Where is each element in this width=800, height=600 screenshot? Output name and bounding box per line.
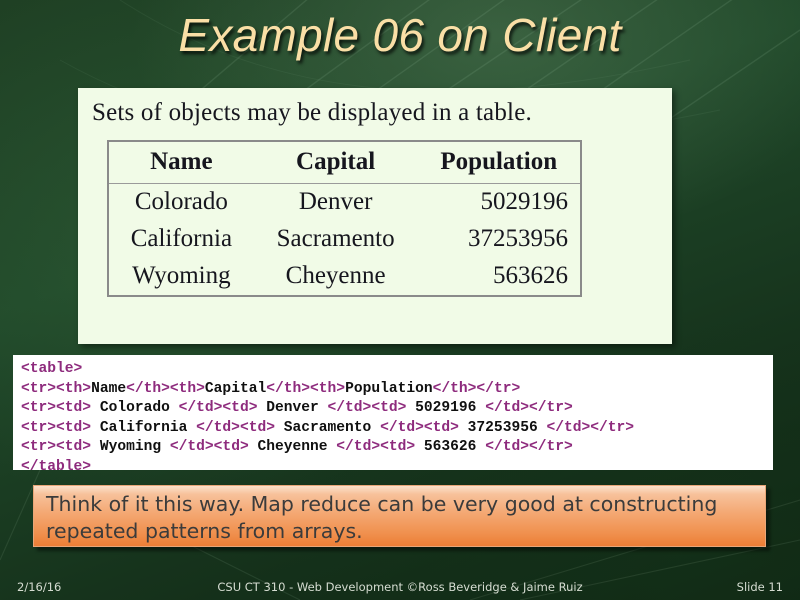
browser-screenshot-panel: Sets of objects may be displayed in a ta… <box>78 88 672 344</box>
page-title: Example 06 on Client <box>178 9 622 61</box>
cell-capital: Denver <box>298 187 373 215</box>
column-header-population: Population <box>417 140 581 184</box>
code-tag: </td></tr> <box>546 419 635 436</box>
code-tag: </th><th> <box>126 380 205 397</box>
code-line: <table> <box>21 360 773 380</box>
table-row: Wyoming Cheyenne 563626 <box>108 258 581 296</box>
code-text: Sacramento <box>274 419 381 436</box>
cell-capital: Sacramento <box>276 224 395 252</box>
code-text: 563626 <box>415 439 486 456</box>
cell-population: 37253956 <box>468 224 568 252</box>
code-text: 37253956 <box>458 419 547 436</box>
code-tag: </td><td> <box>336 439 416 456</box>
slide-canvas: Example 06 on Client Sets of objects may… <box>0 0 800 600</box>
code-text: Name <box>91 380 127 397</box>
footer-slide-number: Slide 11 <box>736 580 783 594</box>
code-line: <tr><td> Colorado </td><td> Denver </td>… <box>21 399 773 419</box>
table-row: Colorado Denver 5029196 <box>108 183 581 221</box>
html-code-block: <table> <tr><th>Name</th><th>Capital</th>… <box>13 355 773 470</box>
cell-name: Wyoming <box>132 261 231 289</box>
code-tag: <tr><td> <box>21 400 92 417</box>
cell-population: 5029196 <box>480 187 569 215</box>
footer-course-info: CSU CT 310 - Web Development ©Ross Bever… <box>217 580 583 594</box>
code-tag: <table> <box>21 361 83 377</box>
code-tag: </table> <box>21 458 92 470</box>
code-tag: </td><td> <box>169 439 249 456</box>
states-table: Name Capital Population Colorado Denver … <box>107 139 582 297</box>
code-text: Population <box>345 380 433 397</box>
code-tag: </td><td> <box>380 419 459 436</box>
code-tag: </td><td> <box>327 400 407 417</box>
code-line: <tr><td> California </td><td> Sacramento… <box>21 419 773 439</box>
code-tag: </td><td> <box>196 419 275 436</box>
table-header-row: Name Capital Population <box>108 140 581 184</box>
screenshot-caption: Sets of objects may be displayed in a ta… <box>92 99 532 126</box>
code-tag: </td></tr> <box>485 400 573 417</box>
code-text: Wyoming <box>91 439 170 456</box>
cell-population: 563626 <box>493 261 568 289</box>
code-text: Denver <box>257 400 328 417</box>
cell-name: Colorado <box>134 187 228 215</box>
slide-footer: 2/16/16 CSU CT 310 - Web Development ©Ro… <box>0 574 800 600</box>
cell-capital: Cheyenne <box>285 261 386 289</box>
code-line: </table> <box>21 458 773 470</box>
cell-name: California <box>130 224 233 252</box>
table-row: California Sacramento 37253956 <box>108 221 581 258</box>
code-tag: </td><td> <box>178 400 258 417</box>
code-text: California <box>91 419 197 436</box>
code-text: Capital <box>204 380 267 397</box>
code-tag: <tr><td> <box>21 439 92 456</box>
callout-box: Think of it this way. Map reduce can be … <box>33 485 766 547</box>
code-tag: <tr><th> <box>21 380 92 397</box>
code-tag: </th><th> <box>266 380 346 397</box>
code-tag: </th></tr> <box>432 380 521 397</box>
column-header-name: Name <box>108 140 254 184</box>
code-line: <tr><td> Wyoming </td><td> Cheyenne </td… <box>21 438 773 458</box>
code-text: 5029196 <box>406 400 486 417</box>
code-text: Colorado <box>91 400 179 417</box>
code-line: <tr><th>Name</th><th>Capital</th><th>Pop… <box>21 380 773 400</box>
code-tag: <tr><td> <box>21 419 92 436</box>
screenshot-table-wrapper: Name Capital Population Colorado Denver … <box>92 139 672 297</box>
code-tag: </td></tr> <box>485 439 573 456</box>
code-text: Cheyenne <box>248 439 337 456</box>
column-header-capital: Capital <box>253 140 418 184</box>
